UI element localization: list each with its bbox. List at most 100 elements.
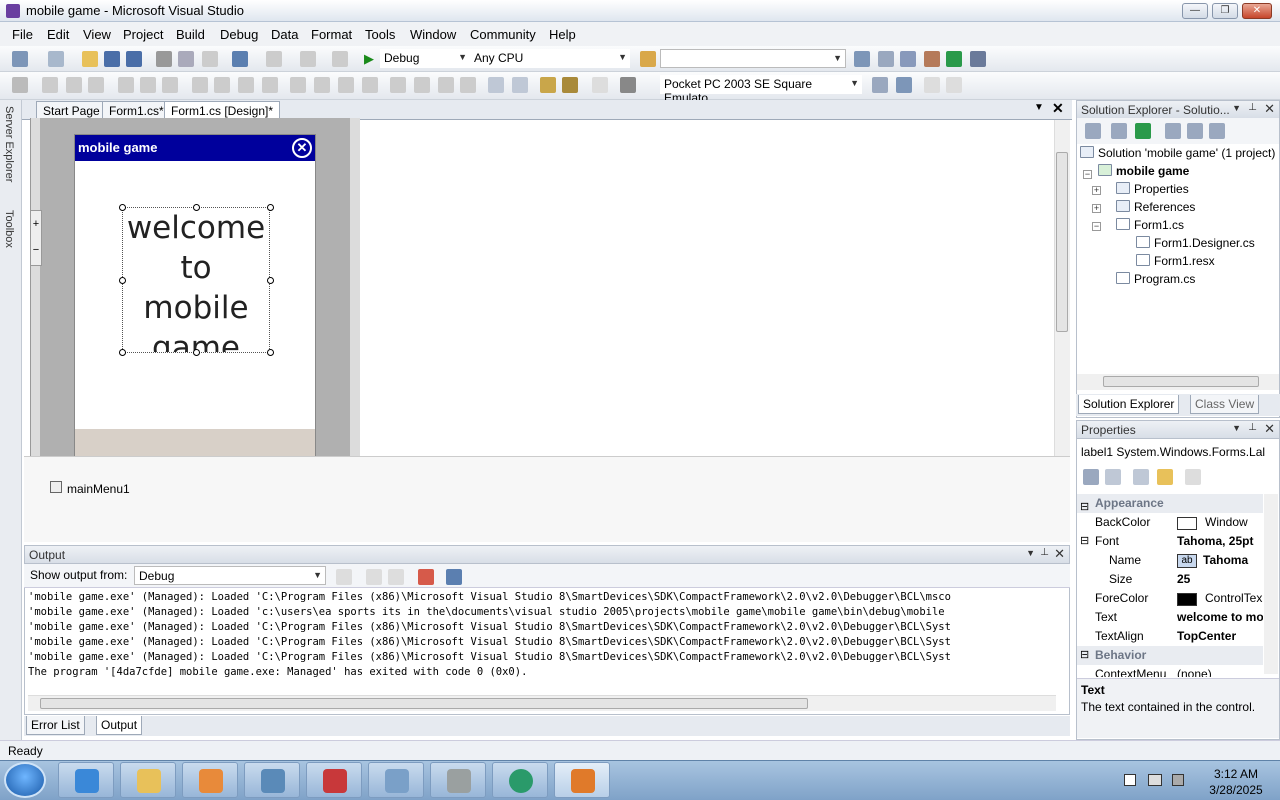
align-bottoms-icon[interactable] bbox=[162, 77, 178, 93]
make-same-width-icon[interactable] bbox=[192, 77, 208, 93]
close-icon[interactable]: ✕ bbox=[1054, 546, 1065, 562]
remove-vertical-spacing-icon[interactable] bbox=[460, 77, 476, 93]
property-font-size[interactable]: Size 25 bbox=[1077, 570, 1263, 589]
clear-all-icon[interactable] bbox=[418, 569, 434, 585]
align-tops-icon[interactable] bbox=[118, 77, 134, 93]
main-menu-component[interactable]: mainMenu1 bbox=[67, 482, 130, 496]
connect-to-device-icon[interactable] bbox=[896, 77, 912, 93]
navigate-back-icon[interactable] bbox=[300, 51, 316, 67]
align-middles-icon[interactable] bbox=[140, 77, 156, 93]
resize-handle[interactable] bbox=[193, 204, 200, 211]
decrease-vertical-spacing-icon[interactable] bbox=[438, 77, 454, 93]
taskbar-toolbox-app[interactable] bbox=[306, 762, 362, 798]
tree-program-cs[interactable]: Program.cs bbox=[1116, 272, 1195, 286]
maximize-button[interactable]: ❐ bbox=[1212, 3, 1238, 19]
tree-solution[interactable]: Solution 'mobile game' (1 project) bbox=[1080, 146, 1275, 160]
start-debugging-icon[interactable]: ▶ bbox=[364, 51, 380, 67]
increase-vertical-spacing-icon[interactable] bbox=[414, 77, 430, 93]
property-font-name[interactable]: Name Tahoma ab bbox=[1077, 551, 1263, 570]
close-button[interactable]: ✕ bbox=[1242, 3, 1272, 19]
collapse-icon[interactable]: − bbox=[1092, 222, 1101, 231]
category-behavior[interactable]: Behavior bbox=[1077, 646, 1263, 665]
make-same-size-icon[interactable] bbox=[238, 77, 254, 93]
tree-form1-resx[interactable]: Form1.resx bbox=[1136, 254, 1215, 268]
target-device-dropdown[interactable]: Pocket PC 2003 SE Square Emulato ▼ bbox=[660, 75, 862, 105]
property-forecolor[interactable]: ForeColor ControlTex bbox=[1077, 589, 1263, 608]
undo-icon[interactable] bbox=[232, 51, 248, 67]
resize-handle[interactable] bbox=[267, 349, 274, 356]
action-center-icon[interactable] bbox=[1124, 774, 1136, 786]
collapse-icon[interactable]: ⊟ bbox=[1080, 534, 1089, 547]
size-to-grid-icon[interactable] bbox=[262, 77, 278, 93]
collapse-icon[interactable]: ⊟ bbox=[1080, 500, 1089, 513]
find-combo[interactable]: ▼ bbox=[660, 49, 846, 68]
menu-window[interactable]: Window bbox=[410, 27, 456, 42]
previous-message-icon[interactable] bbox=[366, 569, 382, 585]
bring-to-front-icon[interactable] bbox=[540, 77, 556, 93]
command-window-icon[interactable] bbox=[970, 51, 986, 67]
taskbar-visual-studio[interactable] bbox=[554, 762, 610, 798]
object-browser-icon[interactable] bbox=[900, 51, 916, 67]
center-horizontally-icon[interactable] bbox=[488, 77, 504, 93]
open-file-icon[interactable] bbox=[82, 51, 98, 67]
category-appearance[interactable]: Appearance bbox=[1077, 494, 1263, 513]
menu-format[interactable]: Format bbox=[311, 27, 352, 42]
properties-view-icon[interactable] bbox=[1133, 469, 1149, 485]
make-same-height-icon[interactable] bbox=[214, 77, 230, 93]
object-selector[interactable]: label1 System.Windows.Forms.Lal bbox=[1079, 443, 1277, 463]
vertical-spacing-icon[interactable] bbox=[390, 77, 406, 93]
solution-explorer-icon[interactable] bbox=[854, 51, 870, 67]
find-in-files-icon[interactable] bbox=[640, 51, 656, 67]
resize-handle[interactable] bbox=[119, 204, 126, 211]
word-wrap-icon[interactable] bbox=[446, 569, 462, 585]
taskbar-media-player[interactable] bbox=[182, 762, 238, 798]
center-vertically-icon[interactable] bbox=[512, 77, 528, 93]
taskbar-browser[interactable] bbox=[492, 762, 548, 798]
taskbar-app-tools[interactable] bbox=[430, 762, 486, 798]
pin-icon[interactable]: ⊥ bbox=[1248, 102, 1257, 113]
save-all-icon[interactable] bbox=[126, 51, 142, 67]
view-code-icon[interactable] bbox=[1165, 123, 1181, 139]
resize-handle[interactable] bbox=[119, 349, 126, 356]
chevron-down-icon[interactable]: ▼ bbox=[1232, 423, 1241, 433]
pin-icon[interactable]: ⊥ bbox=[1040, 547, 1049, 558]
tree-references[interactable]: References bbox=[1116, 200, 1195, 214]
copy-icon[interactable] bbox=[178, 51, 194, 67]
chevron-down-icon[interactable]: ▼ bbox=[1232, 103, 1241, 113]
scrollbar-thumb[interactable] bbox=[40, 698, 808, 709]
close-icon[interactable]: ✕ bbox=[1264, 101, 1275, 117]
properties-icon[interactable] bbox=[1085, 123, 1101, 139]
navigate-forward-icon[interactable] bbox=[332, 51, 348, 67]
chevron-down-icon[interactable]: ▼ bbox=[1026, 548, 1035, 558]
align-to-grid-icon[interactable] bbox=[12, 77, 28, 93]
form-menu-strip[interactable] bbox=[75, 429, 315, 456]
property-backcolor[interactable]: BackColor Window bbox=[1077, 513, 1263, 532]
toolbox-icon[interactable] bbox=[924, 51, 940, 67]
menu-help[interactable]: Help bbox=[549, 27, 576, 42]
add-item-icon[interactable] bbox=[48, 51, 64, 67]
start-button[interactable] bbox=[4, 762, 46, 798]
close-document-icon[interactable]: ✕ bbox=[1052, 100, 1064, 117]
resize-handle[interactable] bbox=[267, 277, 274, 284]
toolbox-tab[interactable]: Toolbox bbox=[3, 210, 15, 248]
volume-icon[interactable] bbox=[1172, 774, 1184, 786]
tab-error-list[interactable]: Error List bbox=[26, 716, 85, 735]
property-contextmenu[interactable]: ContextMenu (none) bbox=[1077, 665, 1263, 677]
scrollbar-thumb[interactable] bbox=[1103, 376, 1259, 387]
device-options-icon[interactable] bbox=[872, 77, 888, 93]
property-textalign[interactable]: TextAlign TopCenter bbox=[1077, 627, 1263, 646]
tab-class-view[interactable]: Class View bbox=[1190, 395, 1260, 414]
resize-handle[interactable] bbox=[267, 204, 274, 211]
show-output-dropdown[interactable]: Debug ▼ bbox=[134, 566, 326, 585]
find-message-icon[interactable] bbox=[336, 569, 352, 585]
tree-project[interactable]: mobile game bbox=[1098, 164, 1189, 178]
platform-dropdown[interactable]: Any CPU ▼ bbox=[470, 49, 630, 68]
resize-handle[interactable] bbox=[193, 349, 200, 356]
show-all-files-icon[interactable] bbox=[1111, 123, 1127, 139]
events-icon[interactable] bbox=[1157, 469, 1173, 485]
send-to-back-icon[interactable] bbox=[562, 77, 578, 93]
collapse-icon[interactable]: ⊟ bbox=[1080, 648, 1089, 661]
menu-file[interactable]: File bbox=[12, 27, 33, 42]
properties-window-icon[interactable] bbox=[878, 51, 894, 67]
resize-handle[interactable] bbox=[119, 277, 126, 284]
